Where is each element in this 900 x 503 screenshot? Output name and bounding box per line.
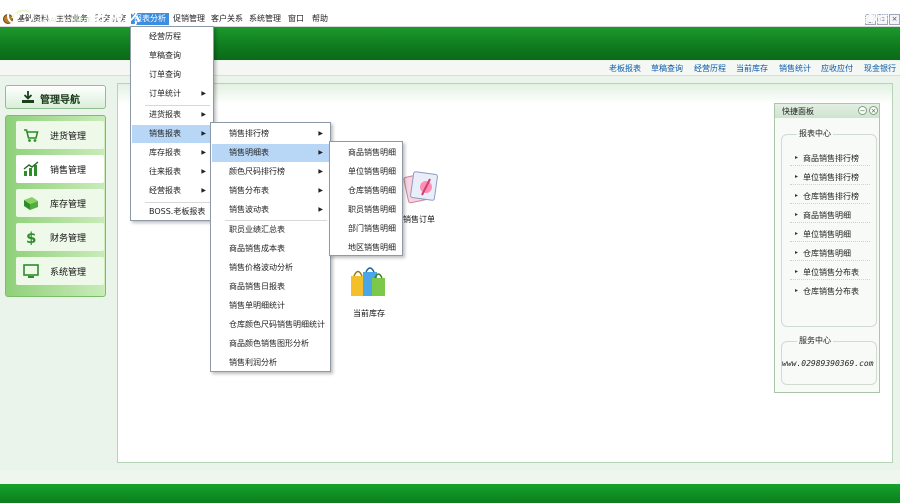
- desktop-label-sales-order[interactable]: 销售订单: [403, 214, 435, 225]
- nav-item-inventory[interactable]: 库存管理: [16, 189, 104, 217]
- menu-crm[interactable]: 客户关系: [208, 13, 246, 25]
- quick-link-business-history[interactable]: 经营历程: [694, 63, 726, 74]
- report-link[interactable]: 单位销售分布表: [795, 267, 859, 278]
- menu-help[interactable]: 帮助: [309, 13, 331, 25]
- menu-item-order-stats[interactable]: 订单统计 ▶: [132, 85, 212, 103]
- menu-item-boss-reports[interactable]: BOSS.老板报表: [132, 203, 212, 221]
- cart-icon: [24, 129, 39, 142]
- nav-title: 管理导航: [40, 95, 80, 106]
- separator: [790, 241, 870, 242]
- submenu-item-sales-detail[interactable]: 销售明细表 ▶: [212, 144, 329, 162]
- submenu-item-color-graph[interactable]: 商品颜色销售图形分析: [212, 335, 329, 353]
- submenu-item-price-fluctuation[interactable]: 销售价格波动分析: [212, 259, 329, 277]
- submenu-item-staff-performance[interactable]: 职员业绩汇总表: [212, 221, 329, 239]
- submenu-item-warehouse-color-size[interactable]: 仓库颜色尺码销售明细统计: [212, 316, 329, 334]
- quick-link-sales-stats[interactable]: 销售统计: [779, 63, 811, 74]
- separator: [790, 165, 870, 166]
- quick-link-current-stock[interactable]: 当前库存: [736, 63, 768, 74]
- submenu-item-sales-cost[interactable]: 商品销售成本表: [212, 240, 329, 258]
- separator: [790, 203, 870, 204]
- quick-link-receivables[interactable]: 应收应付: [821, 63, 853, 74]
- menu-promotion[interactable]: 促销管理: [170, 13, 208, 25]
- nav-label-sales: 销售管理: [50, 166, 87, 176]
- detail-item-warehouse[interactable]: 仓库销售明细: [331, 182, 401, 200]
- menu-item-business-history[interactable]: 经营历程: [132, 28, 212, 46]
- bottom-area: [0, 470, 900, 484]
- menu-item-order-query[interactable]: 订单查询: [132, 66, 212, 84]
- close-icon[interactable]: ×: [869, 106, 878, 115]
- menu-window[interactable]: 窗口: [285, 13, 307, 25]
- detail-item-staff[interactable]: 职员销售明细: [331, 201, 401, 219]
- logo-subtext: DESAI SOFTWARE: [38, 17, 92, 24]
- status-bar: [0, 484, 900, 503]
- header-slogan: 德赛财务软件 老板必备财务软件: [732, 12, 891, 25]
- download-icon: [22, 91, 34, 103]
- menu-system[interactable]: 系统管理: [246, 13, 284, 25]
- collapse-icon[interactable]: −: [858, 106, 867, 115]
- desktop-label-current-stock[interactable]: 当前库存: [353, 308, 385, 319]
- submenu-item-color-size-ranking[interactable]: 颜色尺码排行榜 ▶: [212, 163, 329, 181]
- logo-icon: [7, 6, 33, 26]
- separator: [790, 184, 870, 185]
- nav-item-purchase[interactable]: 进货管理: [16, 121, 104, 149]
- detail-item-region[interactable]: 地区销售明细: [331, 239, 401, 257]
- sales-order-icon[interactable]: [400, 167, 442, 207]
- nav-item-sales[interactable]: 销售管理: [16, 155, 104, 183]
- quick-link-cash-bank[interactable]: 现金银行: [864, 63, 896, 74]
- report-link[interactable]: 仓库销售分布表: [795, 286, 859, 297]
- submenu-item-daily-sales[interactable]: 商品销售日报表: [212, 278, 329, 296]
- menu-item-inventory-reports[interactable]: 库存报表 ▶: [132, 144, 212, 162]
- content-header-strip: [118, 84, 892, 104]
- detail-item-product[interactable]: 商品销售明细: [331, 144, 401, 162]
- dollar-icon: $: [26, 229, 36, 245]
- nav-label-inventory: 库存管理: [50, 200, 87, 210]
- separator: [790, 222, 870, 223]
- report-link[interactable]: 单位销售明细: [795, 229, 851, 240]
- nav-label-finance: 财务管理: [50, 234, 87, 244]
- submenu-item-sales-ranking[interactable]: 销售排行榜 ▶: [212, 125, 329, 143]
- nav-panel: 进货管理 销售管理 库存管理 $ 财务管理 系统管理: [5, 115, 106, 297]
- reports-menu: 经营历程 草稿查询 订单查询 订单统计 ▶ 进货报表 ▶ 销售报表 ▶ 库存报表 ▶ 往…: [130, 26, 214, 221]
- chart-icon: [23, 161, 39, 176]
- report-link[interactable]: 商品销售排行榜: [795, 153, 859, 164]
- menu-item-sales-reports[interactable]: 销售报表 ▶: [132, 125, 212, 143]
- report-link[interactable]: 仓库销售明细: [795, 248, 851, 259]
- report-link[interactable]: 单位销售排行榜: [795, 172, 859, 183]
- sales-reports-submenu: 销售排行榜 ▶ 销售明细表 ▶ 颜色尺码排行榜 ▶ 销售分布表 ▶ 销售波动表 ▶ 职员业…: [210, 122, 331, 372]
- monitor-icon: [23, 264, 39, 278]
- nav-item-system[interactable]: 系统管理: [16, 257, 104, 285]
- separator: [790, 279, 870, 280]
- shopping-bags-icon[interactable]: [348, 262, 388, 300]
- quick-panel-title: 快捷面板: [782, 107, 814, 116]
- close-button[interactable]: ×: [889, 14, 900, 25]
- quick-link-draft-query[interactable]: 草稿查询: [651, 63, 683, 74]
- quick-link-boss-report[interactable]: 老板报表: [609, 63, 641, 74]
- separator: [790, 260, 870, 261]
- sales-detail-submenu: 商品销售明细 单位销售明细 仓库销售明细 职员销售明细 部门销售明细 地区销售明…: [329, 141, 403, 256]
- submenu-item-sales-fluctuation[interactable]: 销售波动表 ▶: [212, 201, 329, 219]
- report-link[interactable]: 商品销售明细: [795, 210, 851, 221]
- menu-item-draft-query[interactable]: 草稿查询: [132, 47, 212, 65]
- detail-item-department[interactable]: 部门销售明细: [331, 220, 401, 238]
- nav-item-finance[interactable]: $ 财务管理: [16, 223, 104, 251]
- submenu-item-profit-analysis[interactable]: 销售利润分析: [212, 354, 329, 372]
- menu-item-operation-reports[interactable]: 经营报表 ▶: [132, 182, 212, 200]
- detail-item-unit[interactable]: 单位销售明细: [331, 163, 401, 181]
- menu-item-account-reports[interactable]: 往来报表 ▶: [132, 163, 212, 181]
- submenu-item-sales-distribution[interactable]: 销售分布表 ▶: [212, 182, 329, 200]
- submenu-item-order-detail-stats[interactable]: 销售单明细统计: [212, 297, 329, 315]
- inventory-icon: [24, 197, 38, 210]
- report-link[interactable]: 仓库销售排行榜: [795, 191, 859, 202]
- menu-item-purchase-reports[interactable]: 进货报表 ▶: [132, 106, 212, 124]
- nav-label-purchase: 进货管理: [50, 132, 87, 142]
- svg-text:$: $: [26, 229, 36, 245]
- report-center-title: 报表中心: [797, 128, 833, 139]
- service-url[interactable]: www.02989390369.com: [782, 359, 874, 368]
- service-center-title: 服务中心: [797, 335, 833, 346]
- nav-label-system: 系统管理: [50, 268, 87, 278]
